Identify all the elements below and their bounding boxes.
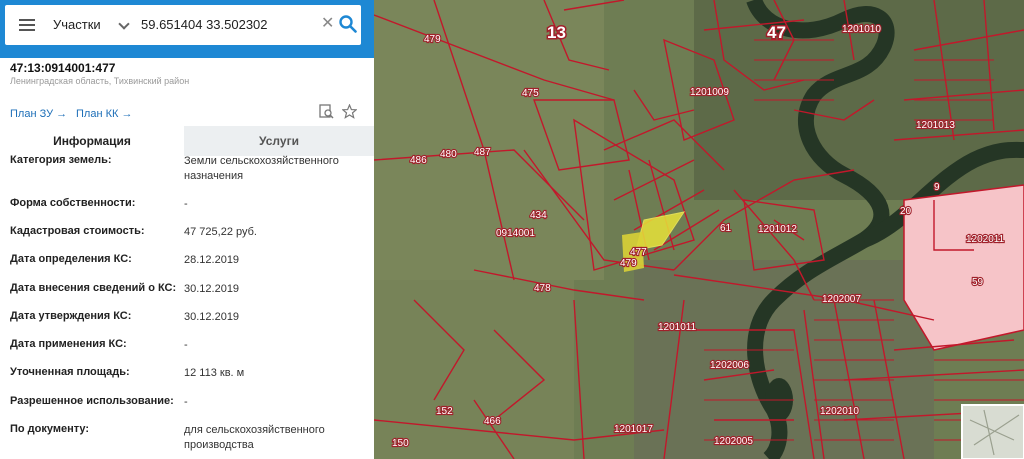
tab-bar: Информация Услуги [0, 126, 374, 156]
map-label-61: 61 [720, 223, 732, 234]
attr-value: 28.12.2019 [184, 254, 240, 266]
map-label-1201010: 1201010 [842, 24, 881, 35]
map-view[interactable]: 47 13 479 475 486 480 487 0914001 478 47… [374, 0, 1024, 459]
arrow-right-icon: → [121, 108, 133, 120]
map-label-150: 150 [392, 438, 409, 449]
layer-select[interactable]: Участки [53, 17, 101, 32]
attr-value: 12 113 кв. м [184, 367, 245, 379]
map-label-13: 13 [547, 23, 566, 42]
attr-value: Земли сельскохозяйственного назначения [184, 155, 339, 182]
attr-value: для сельскохозяйственного производства [184, 424, 325, 451]
map-label-152: 152 [436, 406, 453, 417]
attr-value: - [184, 198, 188, 210]
attr-label: Дата определения КС: [10, 253, 132, 265]
map-label-0914001: 0914001 [496, 228, 535, 239]
attr-label: По документу: [10, 423, 90, 435]
attr-label: Разрешенное использование: [10, 395, 174, 407]
map-label-1201011: 1201011 [658, 322, 697, 333]
map-label-480: 480 [440, 149, 457, 160]
attr-label: Дата внесения сведений о КС: [10, 282, 177, 294]
tab-information[interactable]: Информация [0, 126, 184, 156]
plan-kk-link[interactable]: План КК → [76, 108, 132, 120]
map-label-477: 477 [630, 247, 647, 258]
search-bar: Участки 59.651404 33.502302 ✕ [0, 0, 374, 58]
attr-label: Уточненная площадь: [10, 366, 130, 378]
highlighted-parcel [903, 184, 1024, 351]
search-input[interactable]: 59.651404 33.502302 [141, 17, 268, 32]
map-label-1202010: 1202010 [820, 406, 859, 417]
clear-icon[interactable]: ✕ [321, 13, 334, 33]
tab-services[interactable]: Услуги [184, 126, 374, 156]
map-label-487: 487 [474, 147, 491, 158]
map-label-479: 479 [424, 34, 441, 45]
map-label-1202007: 1202007 [822, 294, 861, 305]
attr-label: Кадастровая стоимость: [10, 225, 145, 237]
map-label-479b: 479 [620, 258, 637, 269]
attr-label: Форма собственности: [10, 197, 136, 209]
map-label-475: 475 [522, 88, 539, 99]
plan-zu-link[interactable]: План ЗУ → [10, 108, 67, 120]
map-label-20: 20 [900, 206, 912, 217]
attr-value: - [184, 339, 188, 351]
star-icon[interactable] [342, 104, 357, 119]
map-label-478: 478 [534, 283, 551, 294]
plan-kk-label: План КК [76, 108, 119, 120]
search-icon[interactable] [339, 15, 357, 33]
map-label-1201009: 1201009 [690, 87, 729, 98]
map-label-9: 9 [934, 182, 940, 193]
attr-value: 47 725,22 руб. [184, 226, 257, 238]
preview-icon[interactable] [319, 104, 334, 119]
search-box[interactable]: Участки 59.651404 33.502302 ✕ [5, 5, 361, 45]
attr-label: Дата применения КС: [10, 338, 127, 350]
field-area [374, 0, 604, 280]
map-label-1201013: 1201013 [916, 120, 955, 131]
attr-value: 30.12.2019 [184, 311, 240, 323]
map-label-1202005: 1202005 [714, 436, 753, 447]
map-label-1202006: 1202006 [710, 360, 749, 371]
plan-zu-label: План ЗУ [10, 108, 54, 120]
map-label-1201017: 1201017 [614, 424, 653, 435]
menu-icon[interactable] [19, 19, 35, 31]
region-text: Ленинградская область, Тихвинский район [10, 76, 190, 86]
cadastral-number: 47:13:0914001:477 [10, 61, 116, 75]
map-label-466: 466 [484, 416, 501, 427]
map-label-434: 434 [530, 210, 547, 221]
info-panel: Участки 59.651404 33.502302 ✕ 47:13:0914… [0, 0, 374, 459]
map-label-47: 47 [767, 23, 786, 42]
arrow-right-icon: → [56, 108, 68, 120]
map-label-1202011: 1202011 [966, 234, 1005, 245]
attr-label: Дата утверждения КС: [10, 310, 132, 322]
attr-value: - [184, 396, 188, 408]
attr-value: 30.12.2019 [184, 283, 240, 295]
map-label-59: 59 [972, 277, 984, 288]
attr-label: Категория земель: [10, 154, 112, 166]
chevron-down-icon[interactable] [118, 18, 130, 30]
map-label-1201012: 1201012 [758, 224, 797, 235]
map-canvas[interactable]: 47 13 479 475 486 480 487 0914001 478 47… [374, 0, 1024, 459]
field-area [374, 280, 574, 459]
map-label-486: 486 [410, 155, 427, 166]
